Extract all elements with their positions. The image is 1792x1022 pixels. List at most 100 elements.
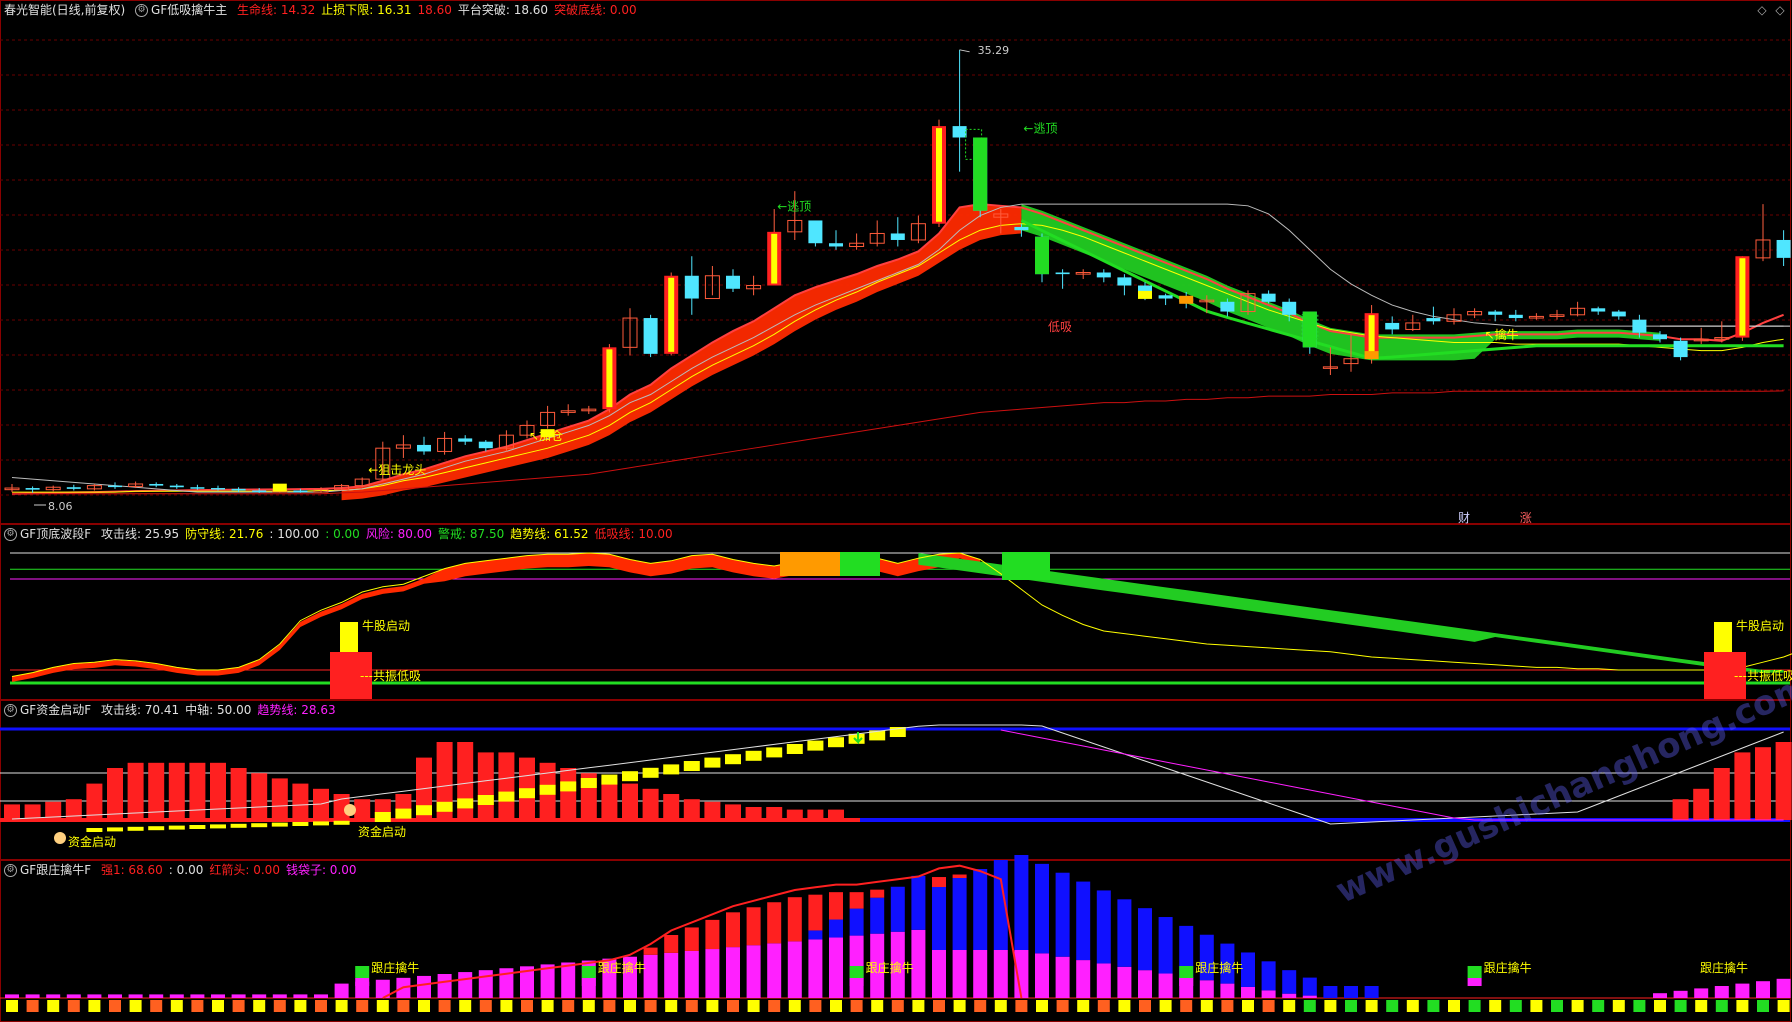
main-item-0: 生命线: 14.32: [237, 3, 316, 17]
ma-line-3: [12, 390, 1784, 495]
stock-title[interactable]: 春光智能(日线,前复权): [4, 3, 125, 17]
p4-magenta-bar: [314, 994, 328, 998]
chart-canvas: 35.29 8.06 ←逃顶 ←逃顶 ↖加仓 ←狙击龙头 低吸 ↖擒牛财 涨牛股启动 ---共振低…: [0, 0, 1792, 1022]
p4-below-block: [1015, 1000, 1028, 1012]
gear-icon[interactable]: ⚙: [4, 864, 17, 877]
panel2-indicator[interactable]: GF顶底波段F: [20, 527, 91, 541]
panel4-item-3: 钱袋子: 0.00: [285, 863, 357, 877]
p4-red-bar: [952, 874, 967, 878]
close-icon[interactable]: ◇: [1774, 4, 1786, 16]
p4-red-bar: [664, 935, 679, 953]
p4-below-block: [1118, 1000, 1131, 1012]
p4-red-bar: [684, 927, 699, 951]
p4-below-block: [1530, 1000, 1543, 1012]
p4-below-block: [335, 1000, 348, 1012]
p4-below-block: [768, 1000, 781, 1012]
p4-below-block: [685, 1000, 698, 1012]
gear-icon[interactable]: ⚙: [135, 4, 149, 17]
p4-below-block: [67, 1000, 80, 1012]
signal-candle: [1364, 351, 1379, 360]
candle-body: [66, 487, 81, 489]
p3-yellow-block: [622, 771, 638, 782]
candle-body: [643, 318, 658, 354]
panel2-item-2: : 100.00: [269, 527, 320, 541]
p4-blue-bar: [1035, 863, 1049, 954]
p4-below-block: [253, 1000, 266, 1012]
p3-label-start-1: 资金启动: [68, 834, 116, 849]
panel2-item-1: 防守线: 21.76: [185, 527, 264, 541]
diamond-icon[interactable]: ◇: [1756, 4, 1768, 16]
candle-core: [936, 128, 942, 222]
p3-yellow-block: [786, 744, 803, 754]
p4-red-bar: [767, 902, 782, 944]
p4-signal-block: [849, 966, 864, 978]
p4-below-block: [1633, 1000, 1646, 1012]
p4-below-block: [1180, 1000, 1193, 1012]
p3-label-start-2: 资金启动: [358, 824, 406, 839]
p4-below-block: [1303, 1000, 1316, 1012]
p4-label-follow: 跟庄擒牛: [371, 960, 419, 975]
p4-below-block: [562, 1000, 575, 1012]
annotation-0: ←逃顶: [777, 200, 811, 214]
p3-yellow-block: [477, 795, 494, 805]
p4-blue-bar: [1344, 986, 1358, 998]
p4-blue-bar: [1096, 890, 1111, 964]
p3-red-bar: [1693, 788, 1710, 820]
p3-red-bar: [663, 794, 680, 820]
candle-body: [726, 275, 740, 289]
high-price-pointer: [959, 49, 970, 53]
p4-magenta-bar: [1756, 981, 1770, 998]
p4-below-block: [1612, 1000, 1625, 1012]
p4-below-block: [1097, 1000, 1110, 1012]
p4-below-block: [1592, 1000, 1605, 1012]
panel3-indicator[interactable]: GF资金启动F: [20, 703, 91, 717]
p4-magenta-bar: [1776, 978, 1791, 998]
candle-body: [1426, 318, 1441, 322]
red-ribbon: [341, 204, 1022, 501]
p4-red-bar: [849, 892, 864, 909]
p4-below-block: [830, 1000, 842, 1012]
candle-body: [1158, 295, 1173, 299]
p2-label-bull: 牛股启动: [1736, 618, 1784, 633]
indicator-name[interactable]: GF低吸擒牛主: [151, 3, 227, 17]
p4-magenta-bar: [437, 974, 452, 998]
p4-magenta-bar: [1261, 990, 1276, 998]
p3-yellow-block: [436, 801, 453, 812]
p4-below-block: [1221, 1000, 1234, 1012]
annotation-4: 低吸: [1048, 320, 1072, 334]
p4-below-block: [1695, 1000, 1708, 1012]
p4-below-block: [541, 1000, 554, 1012]
p4-below-block: [953, 1000, 966, 1012]
p3-red-bar: [210, 762, 226, 820]
candle-body: [211, 488, 225, 490]
p4-magenta-bar: [87, 994, 102, 998]
main-item-2: 18.60: [417, 3, 452, 17]
panel-frame-2: [0, 700, 1791, 860]
p3-yellow-low: [107, 827, 123, 832]
gear-icon[interactable]: ⚙: [4, 528, 17, 541]
p3-yellow-low: [168, 825, 185, 830]
p4-magenta-bar: [272, 994, 287, 998]
candle-body: [890, 233, 905, 240]
p4-label-follow: 跟庄擒牛: [1484, 960, 1532, 975]
candle-body-signal: [1302, 311, 1317, 348]
p4-red-bar: [643, 947, 658, 955]
p3-red-bar: [828, 809, 844, 820]
candle-body: [417, 444, 431, 452]
gear-icon[interactable]: ⚙: [4, 704, 17, 717]
panel2-item-5: 警戒: 87.50: [438, 527, 505, 541]
p4-magenta-bar: [334, 983, 349, 998]
panel4-indicator[interactable]: GF跟庄擒牛F: [20, 863, 91, 877]
p4-red-bar: [787, 897, 802, 942]
p4-below-block: [582, 1000, 595, 1012]
p4-magenta-bar: [1055, 956, 1070, 998]
p4-below-block: [974, 1000, 987, 1012]
p4-magenta-bar: [1076, 960, 1091, 998]
p4-magenta-bar: [1035, 953, 1049, 998]
p4-blue-bar: [1076, 881, 1091, 961]
candle-body: [1508, 314, 1523, 319]
p4-magenta-bar: [128, 994, 143, 998]
p4-magenta-bar: [66, 994, 81, 998]
p3-yellow-low: [271, 822, 288, 827]
main-header: 春光智能(日线,前复权) ⚙ GF低吸擒牛主 生命线: 14.32 止损下限: 16…: [4, 2, 649, 18]
